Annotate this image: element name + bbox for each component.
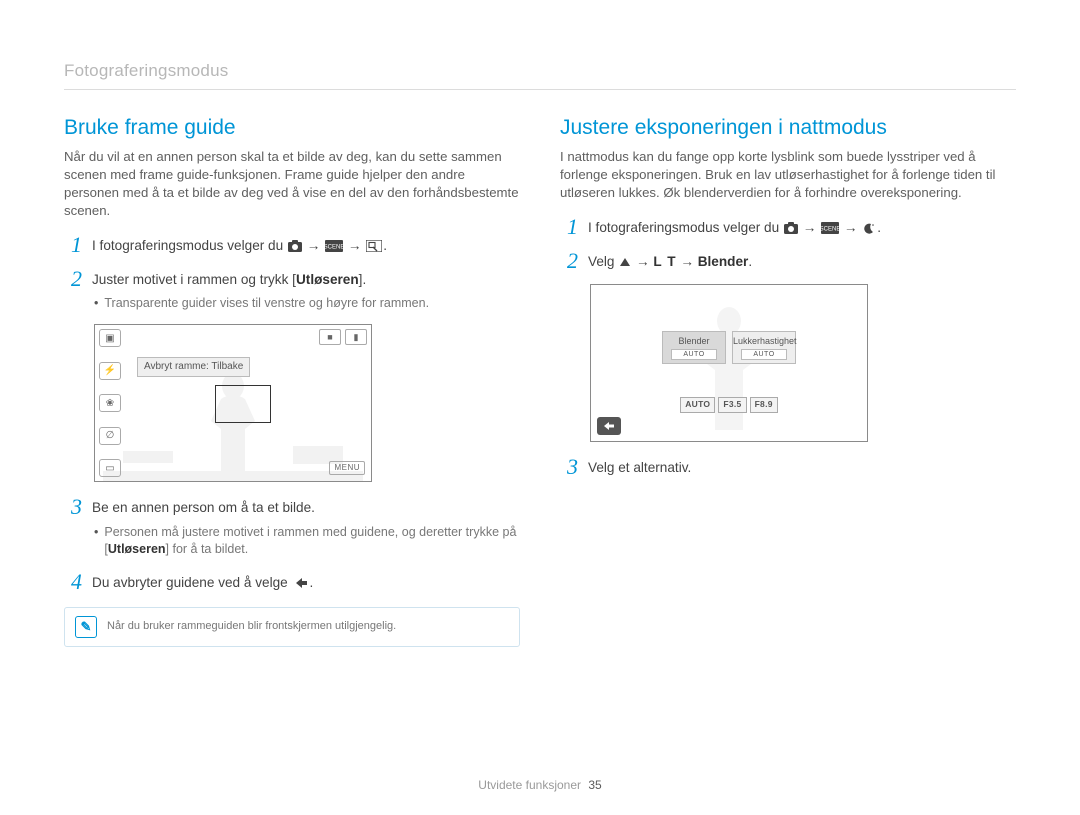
left-heading: Bruke frame guide (64, 114, 520, 142)
step-text: Velg et alternativ. (588, 460, 691, 475)
back-icon (293, 577, 309, 589)
note-box: ✎ Når du bruker rammeguiden blir frontsk… (64, 607, 520, 647)
step-number: 1 (560, 216, 578, 238)
val-f89: F8.9 (750, 397, 778, 412)
camera-icon (784, 222, 798, 234)
bold-text: Blender (698, 254, 749, 269)
period: . (877, 220, 881, 235)
scene-icon: SCENE (821, 222, 839, 234)
right-intro: I nattmodus kan du fange opp korte lysbl… (560, 148, 1016, 201)
tb-icon: ■ (319, 329, 341, 345)
right-step-1: 1 I fotograferingsmodus velger du → SCEN… (560, 216, 1016, 238)
menu-button: MENU (329, 461, 365, 476)
camera-screen-night: Blender AUTO Lukkerhastighet AUTO AUTO F… (590, 284, 868, 442)
right-step-2: 2 Velg → L T → Blender. (560, 250, 1016, 272)
camera-icon (288, 240, 302, 252)
note-icon: ✎ (75, 616, 97, 638)
value-row: AUTO F3.5 F8.9 (591, 397, 867, 412)
right-heading: Justere eksponeringen i nattmodus (560, 114, 1016, 142)
period: . (310, 575, 314, 590)
arrow-icon: → (348, 238, 362, 253)
frame-rect (215, 385, 271, 423)
val-f35: F3.5 (718, 397, 746, 412)
night-mode-icon (862, 222, 876, 234)
frame-guide-icon (366, 240, 382, 252)
footer-label: Utvidete funksjoner (478, 778, 581, 792)
period: . (748, 254, 752, 269)
page-section-label: Fotograferingsmodus (64, 60, 1016, 83)
step-number: 2 (64, 268, 82, 290)
scene-icon: SCENE (325, 240, 343, 252)
step-number: 4 (64, 571, 82, 593)
tb-battery-icon: ▮ (345, 329, 367, 345)
bullet-item: Transparente guider vises til venstre og… (94, 295, 520, 313)
back-button (597, 417, 621, 435)
arrow-icon: → (844, 220, 858, 235)
right-column: Justere eksponeringen i nattmodus I natt… (560, 114, 1016, 647)
camera-screen-frameguide: ▣ ⚡ ❀ ∅ ▭ ■ ▮ Avbryt ramme: Tilbake MENU (94, 324, 372, 482)
step-text: Juster motivet i rammen og trykk [ (92, 272, 296, 287)
arrow-icon: → (636, 254, 650, 269)
sb-disp-icon: ▭ (99, 459, 121, 477)
val-auto: AUTO (680, 397, 715, 412)
arrow-icon: → (680, 254, 694, 269)
period: . (383, 238, 387, 253)
step-text-suffix: ]. (359, 272, 367, 287)
sb-flash-icon: ⚡ (99, 362, 121, 380)
step-number: 1 (64, 234, 82, 256)
step-text: Velg (588, 254, 618, 269)
left-intro: Når du vil at en annen person skal ta et… (64, 148, 520, 219)
divider (64, 89, 1016, 90)
svg-text:SCENE: SCENE (325, 244, 343, 250)
left-step-3: 3 Be en annen person om å ta et bilde. P… (64, 496, 520, 558)
sb-mode-icon: ▣ (99, 329, 121, 347)
note-text: Når du bruker rammeguiden blir frontskje… (107, 619, 396, 634)
left-step-4: 4 Du avbryter guidene ved å velge . (64, 571, 520, 593)
left-step-2: 2 Juster motivet i rammen og trykk [Utlø… (64, 268, 520, 313)
up-triangle-icon (619, 257, 631, 267)
svg-text:SCENE: SCENE (821, 227, 839, 233)
bold-text: Utløseren (296, 272, 359, 287)
step-text: I fotograferingsmodus velger du (588, 220, 783, 235)
arrow-icon: → (803, 220, 817, 235)
page-number: 35 (588, 778, 601, 792)
sb-macro-icon: ❀ (99, 394, 121, 412)
arrow-icon: → (307, 238, 321, 253)
left-column: Bruke frame guide Når du vil at en annen… (64, 114, 520, 647)
left-step-1: 1 I fotograferingsmodus velger du → SCEN… (64, 234, 520, 256)
sb-off-icon: ∅ (99, 427, 121, 445)
lt-label: L T (653, 254, 676, 269)
page-footer: Utvidete funksjoner 35 (0, 777, 1080, 793)
step-number: 3 (64, 496, 82, 518)
step-number: 3 (560, 456, 578, 478)
step-number: 2 (560, 250, 578, 272)
bullet-item: Personen må justere motivet i rammen med… (94, 524, 520, 559)
right-step-3: 3 Velg et alternativ. (560, 456, 1016, 478)
step-text: Be en annen person om å ta et bilde. (92, 500, 315, 515)
tab-lukkerhastighet: Lukkerhastighet AUTO (732, 331, 796, 365)
step-text: I fotograferingsmodus velger du (92, 238, 287, 253)
step-text: Du avbryter guidene ved å velge (92, 575, 292, 590)
screen-label: Avbryt ramme: Tilbake (137, 357, 250, 377)
tabs-row: Blender AUTO Lukkerhastighet AUTO (591, 331, 867, 365)
tab-blender: Blender AUTO (662, 331, 726, 365)
